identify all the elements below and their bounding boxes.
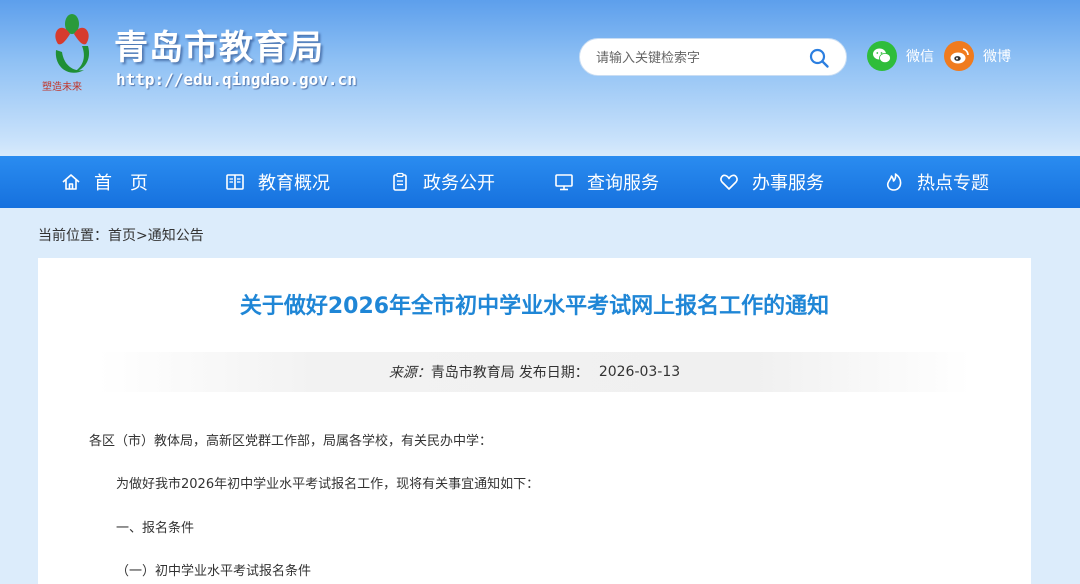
nav-item-label: 首 页 (94, 173, 148, 194)
breadcrumb: 当前位置：首页>通知公告 (38, 225, 204, 245)
monitor-icon (553, 171, 575, 193)
nav-item-hot-topics[interactable]: 热点专题 (883, 156, 989, 208)
nav-item-label: 办事服务 (752, 173, 824, 194)
heart-icon (718, 171, 740, 193)
article-meta: 来源： 青岛市教育局 发布日期： 2026-03-13 (98, 352, 971, 392)
site-header: 塑造未来 青岛市教育局 http://edu.qingdao.gov.cn 微信 (0, 0, 1080, 156)
nav-item-label: 教育概况 (258, 173, 330, 194)
breadcrumb-prefix: 当前位置： (38, 228, 108, 244)
breadcrumb-current-link[interactable]: 通知公告 (148, 228, 204, 244)
article-paragraph: 各区（市）教体局，高新区党群工作部，局属各学校，有关民办中学： (89, 434, 493, 449)
weibo-link[interactable]: 微博 (944, 41, 1011, 71)
source-label: 来源： (388, 365, 431, 381)
flame-icon (883, 171, 905, 193)
qingdao-education-logo-icon[interactable]: 塑造未来 (40, 10, 110, 96)
home-icon (60, 171, 82, 193)
svg-text:塑造未来: 塑造未来 (42, 80, 82, 93)
article-paragraph: 一、报名条件 (116, 521, 195, 536)
nav-item-home[interactable]: 首 页 (60, 156, 148, 208)
weibo-icon (944, 41, 974, 71)
site-title: 青岛市教育局 (114, 28, 324, 68)
book-icon (224, 171, 246, 193)
nav-item-query-service[interactable]: 查询服务 (553, 156, 659, 208)
search-icon[interactable] (808, 47, 830, 69)
nav-item-label: 政务公开 (423, 173, 495, 194)
nav-item-government-affairs[interactable]: 政务公开 (389, 156, 495, 208)
wechat-icon (867, 41, 897, 71)
breadcrumb-separator: > (136, 228, 148, 244)
site-url: http://edu.qingdao.gov.cn (116, 70, 357, 89)
nav-item-affairs-service[interactable]: 办事服务 (718, 156, 824, 208)
article-paragraph: （一）初中学业水平考试报名条件 (116, 564, 312, 579)
date-value: 2026-03-13 (598, 364, 681, 380)
source-value: 青岛市教育局 (430, 365, 515, 381)
article-paragraph: 为做好我市2026年初中学业水平考试报名工作，现将有关事宜通知如下： (116, 477, 540, 492)
weibo-label: 微博 (983, 49, 1011, 65)
search-box (579, 38, 847, 76)
wechat-label: 微信 (906, 49, 934, 65)
nav-item-label: 热点专题 (917, 173, 989, 194)
nav-item-label: 查询服务 (587, 173, 659, 194)
search-input[interactable] (596, 47, 796, 69)
wechat-link[interactable]: 微信 (867, 41, 934, 71)
article-panel: 关于做好2026年全市初中学业水平考试网上报名工作的通知 来源： 青岛市教育局 发… (38, 258, 1031, 584)
main-nav: 首 页 教育概况 政务公开 查询服务 办事服务 热点专题 (0, 156, 1080, 208)
nav-item-overview[interactable]: 教育概况 (224, 156, 330, 208)
date-label: 发布日期： (518, 365, 589, 381)
clipboard-icon (389, 171, 411, 193)
breadcrumb-home-link[interactable]: 首页 (108, 228, 136, 244)
article-title: 关于做好2026年全市初中学业水平考试网上报名工作的通知 (239, 294, 830, 319)
